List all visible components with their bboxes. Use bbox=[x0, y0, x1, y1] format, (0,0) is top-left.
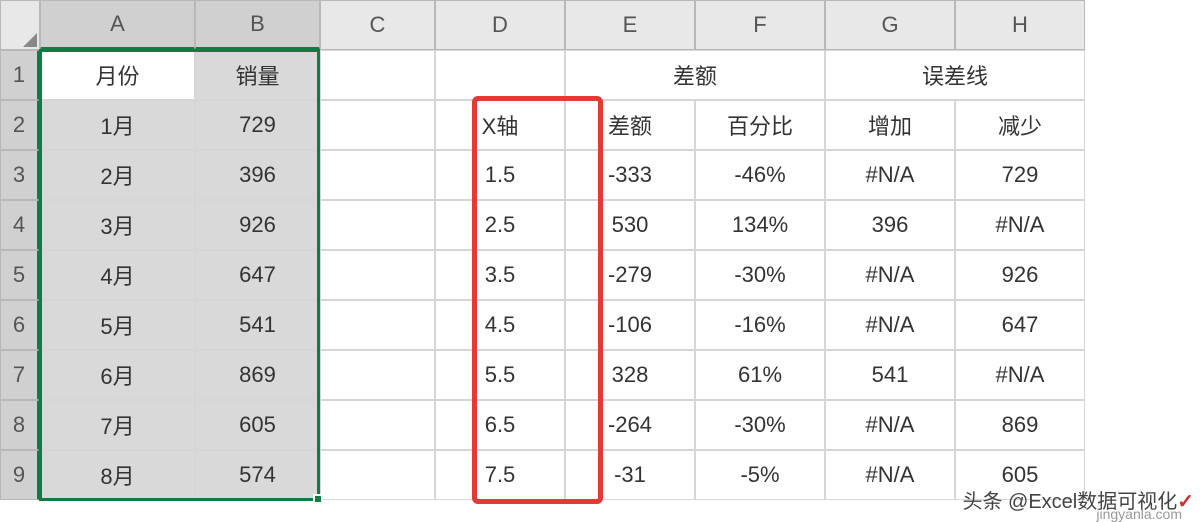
cell-D6[interactable]: 4.5 bbox=[435, 300, 565, 350]
cell-D4[interactable]: 2.5 bbox=[435, 200, 565, 250]
cell-C2[interactable] bbox=[320, 100, 435, 150]
cell-H4[interactable]: #N/A bbox=[955, 200, 1085, 250]
cell-F2[interactable]: 百分比 bbox=[695, 100, 825, 150]
spreadsheet-grid[interactable]: A B C D E F G H 1 月份 销量 差额 误差线 2 1月 729 … bbox=[0, 0, 1202, 500]
cell-G2[interactable]: 增加 bbox=[825, 100, 955, 150]
cell-G3[interactable]: #N/A bbox=[825, 150, 955, 200]
row-header-9[interactable]: 9 bbox=[0, 450, 40, 500]
row-header-4[interactable]: 4 bbox=[0, 200, 40, 250]
row-header-2[interactable]: 2 bbox=[0, 100, 40, 150]
cell-F3[interactable]: -46% bbox=[695, 150, 825, 200]
cell-D8[interactable]: 6.5 bbox=[435, 400, 565, 450]
cell-G8[interactable]: #N/A bbox=[825, 400, 955, 450]
cell-F6[interactable]: -16% bbox=[695, 300, 825, 350]
cell-C8[interactable] bbox=[320, 400, 435, 450]
cell-H7[interactable]: #N/A bbox=[955, 350, 1085, 400]
cell-G5[interactable]: #N/A bbox=[825, 250, 955, 300]
col-header-A[interactable]: A bbox=[40, 0, 195, 50]
cell-A7[interactable]: 6月 bbox=[40, 350, 195, 400]
col-header-H[interactable]: H bbox=[955, 0, 1085, 50]
cell-A6[interactable]: 5月 bbox=[40, 300, 195, 350]
cell-F9[interactable]: -5% bbox=[695, 450, 825, 500]
cell-B3[interactable]: 396 bbox=[195, 150, 320, 200]
cell-B4[interactable]: 926 bbox=[195, 200, 320, 250]
col-header-C[interactable]: C bbox=[320, 0, 435, 50]
cell-D2[interactable]: X轴 bbox=[435, 100, 565, 150]
cell-D7[interactable]: 5.5 bbox=[435, 350, 565, 400]
row-header-5[interactable]: 5 bbox=[0, 250, 40, 300]
cell-A1[interactable]: 月份 bbox=[40, 50, 195, 100]
cell-H6[interactable]: 647 bbox=[955, 300, 1085, 350]
cell-F8[interactable]: -30% bbox=[695, 400, 825, 450]
cell-D1[interactable] bbox=[435, 50, 565, 100]
cell-E3[interactable]: -333 bbox=[565, 150, 695, 200]
cell-H5[interactable]: 926 bbox=[955, 250, 1085, 300]
cell-E5[interactable]: -279 bbox=[565, 250, 695, 300]
cell-A8[interactable]: 7月 bbox=[40, 400, 195, 450]
cell-E4[interactable]: 530 bbox=[565, 200, 695, 250]
col-header-G[interactable]: G bbox=[825, 0, 955, 50]
row-header-1[interactable]: 1 bbox=[0, 50, 40, 100]
col-header-F[interactable]: F bbox=[695, 0, 825, 50]
cell-C3[interactable] bbox=[320, 150, 435, 200]
col-header-B[interactable]: B bbox=[195, 0, 320, 50]
col-header-E[interactable]: E bbox=[565, 0, 695, 50]
cell-C7[interactable] bbox=[320, 350, 435, 400]
cell-C6[interactable] bbox=[320, 300, 435, 350]
cell-A9[interactable]: 8月 bbox=[40, 450, 195, 500]
cell-G7[interactable]: 541 bbox=[825, 350, 955, 400]
cell-B6[interactable]: 541 bbox=[195, 300, 320, 350]
cell-G4[interactable]: 396 bbox=[825, 200, 955, 250]
cell-E8[interactable]: -264 bbox=[565, 400, 695, 450]
cell-E6[interactable]: -106 bbox=[565, 300, 695, 350]
cell-C1[interactable] bbox=[320, 50, 435, 100]
cell-B9[interactable]: 574 bbox=[195, 450, 320, 500]
col-header-D[interactable]: D bbox=[435, 0, 565, 50]
cell-A2[interactable]: 1月 bbox=[40, 100, 195, 150]
cell-C5[interactable] bbox=[320, 250, 435, 300]
cell-E2[interactable]: 差额 bbox=[565, 100, 695, 150]
cell-F7[interactable]: 61% bbox=[695, 350, 825, 400]
row-header-8[interactable]: 8 bbox=[0, 400, 40, 450]
cell-E1F1-merged[interactable]: 差额 bbox=[565, 50, 825, 100]
cell-C4[interactable] bbox=[320, 200, 435, 250]
cell-A4[interactable]: 3月 bbox=[40, 200, 195, 250]
cell-G6[interactable]: #N/A bbox=[825, 300, 955, 350]
row-header-7[interactable]: 7 bbox=[0, 350, 40, 400]
cell-B5[interactable]: 647 bbox=[195, 250, 320, 300]
cell-A5[interactable]: 4月 bbox=[40, 250, 195, 300]
cell-D3[interactable]: 1.5 bbox=[435, 150, 565, 200]
cell-E9[interactable]: -31 bbox=[565, 450, 695, 500]
cell-H3[interactable]: 729 bbox=[955, 150, 1085, 200]
select-all-corner[interactable] bbox=[0, 0, 40, 50]
cell-E7[interactable]: 328 bbox=[565, 350, 695, 400]
cell-B1[interactable]: 销量 bbox=[195, 50, 320, 100]
cell-D5[interactable]: 3.5 bbox=[435, 250, 565, 300]
cell-F4[interactable]: 134% bbox=[695, 200, 825, 250]
cell-H9[interactable]: 605 bbox=[955, 450, 1085, 500]
cell-G1H1-merged[interactable]: 误差线 bbox=[825, 50, 1085, 100]
row-header-6[interactable]: 6 bbox=[0, 300, 40, 350]
cell-H2[interactable]: 减少 bbox=[955, 100, 1085, 150]
cell-C9[interactable] bbox=[320, 450, 435, 500]
cell-F5[interactable]: -30% bbox=[695, 250, 825, 300]
cell-D9[interactable]: 7.5 bbox=[435, 450, 565, 500]
row-header-3[interactable]: 3 bbox=[0, 150, 40, 200]
cell-B8[interactable]: 605 bbox=[195, 400, 320, 450]
cell-B2[interactable]: 729 bbox=[195, 100, 320, 150]
cell-H8[interactable]: 869 bbox=[955, 400, 1085, 450]
cell-B7[interactable]: 869 bbox=[195, 350, 320, 400]
cell-G9[interactable]: #N/A bbox=[825, 450, 955, 500]
cell-A3[interactable]: 2月 bbox=[40, 150, 195, 200]
